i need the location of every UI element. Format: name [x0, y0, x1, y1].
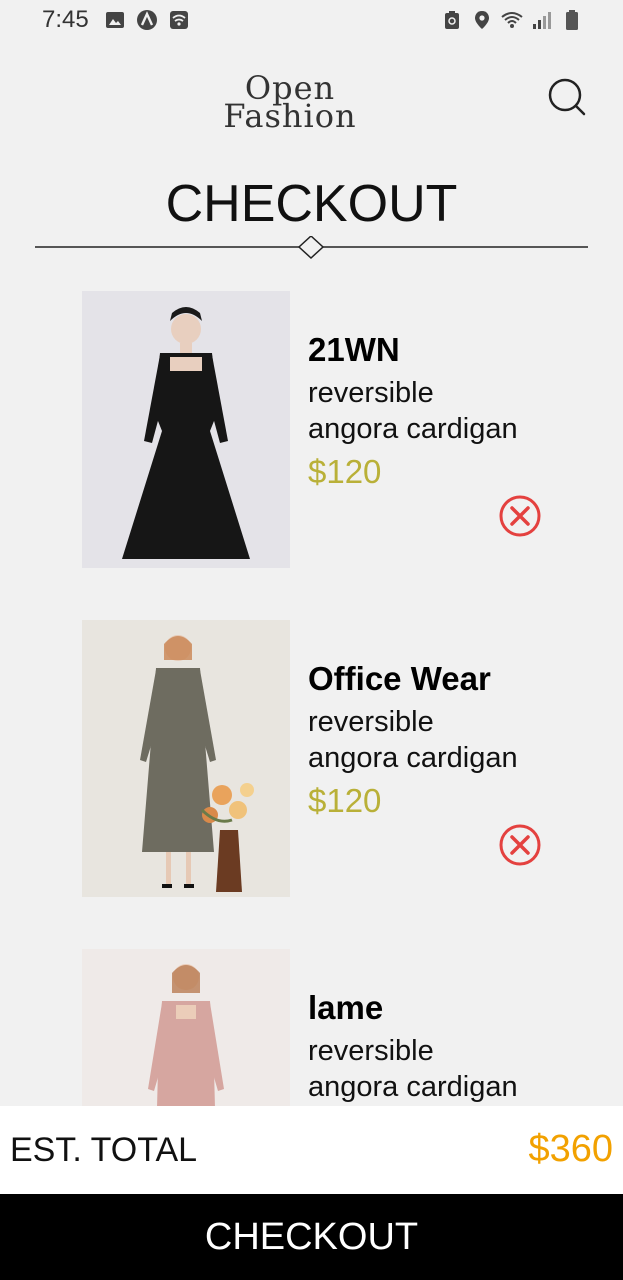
a-circle-icon	[137, 10, 157, 30]
image-icon	[106, 12, 124, 28]
item-price: $120	[308, 453, 382, 490]
item-description-line-2: angora cardigan	[308, 742, 518, 774]
page-title: CHECKOUT	[165, 175, 458, 233]
item-description-line-2: angora cardigan	[308, 413, 518, 445]
signal-icon	[533, 12, 551, 29]
status-right-icons	[441, 9, 583, 31]
item-brand: lame	[308, 989, 384, 1026]
total-label: EST. TOTAL	[10, 1131, 198, 1169]
item-price: $120	[308, 782, 382, 819]
item-description: reversible angora cardigan	[308, 704, 588, 776]
item-description-line-1: reversible	[308, 1035, 434, 1067]
location-icon	[475, 11, 489, 29]
cart-item: 21WN reversible angora cardigan $120	[0, 291, 623, 571]
status-bar: 7:45	[0, 0, 623, 44]
checkout-button[interactable]: CHECKOUT	[0, 1194, 623, 1280]
wifi-box-icon	[170, 11, 188, 29]
total-bar: EST. TOTAL $360	[0, 1106, 623, 1194]
brand-logo[interactable]: Open Fashion	[215, 72, 365, 138]
product-photo-dress	[82, 291, 290, 568]
title-divider	[35, 236, 588, 260]
total-value: $360	[528, 1128, 613, 1170]
product-photo-dress	[82, 620, 290, 897]
item-brand: Office Wear	[308, 660, 491, 697]
close-circle-icon	[499, 495, 541, 537]
search-button[interactable]	[544, 74, 588, 118]
cart-item: Office Wear reversible angora cardigan $…	[0, 620, 623, 900]
recycle-icon	[445, 11, 459, 29]
product-image[interactable]	[82, 291, 290, 568]
item-description-line-1: reversible	[308, 706, 434, 738]
item-brand: 21WN	[308, 331, 400, 368]
item-description-line-1: reversible	[308, 377, 434, 409]
battery-icon	[566, 10, 578, 30]
item-description-line-2: angora cardigan	[308, 1071, 518, 1103]
remove-item-button[interactable]	[497, 822, 543, 868]
status-time: 7:45	[42, 6, 89, 33]
product-image[interactable]	[82, 620, 290, 897]
logo-line-2: Fashion	[223, 97, 357, 135]
search-icon	[548, 78, 586, 116]
status-left-icons	[104, 9, 190, 31]
close-circle-icon	[499, 824, 541, 866]
item-description: reversible angora cardigan	[308, 1033, 588, 1105]
item-description: reversible angora cardigan	[308, 375, 588, 447]
remove-item-button[interactable]	[497, 493, 543, 539]
wifi-icon	[501, 12, 523, 28]
